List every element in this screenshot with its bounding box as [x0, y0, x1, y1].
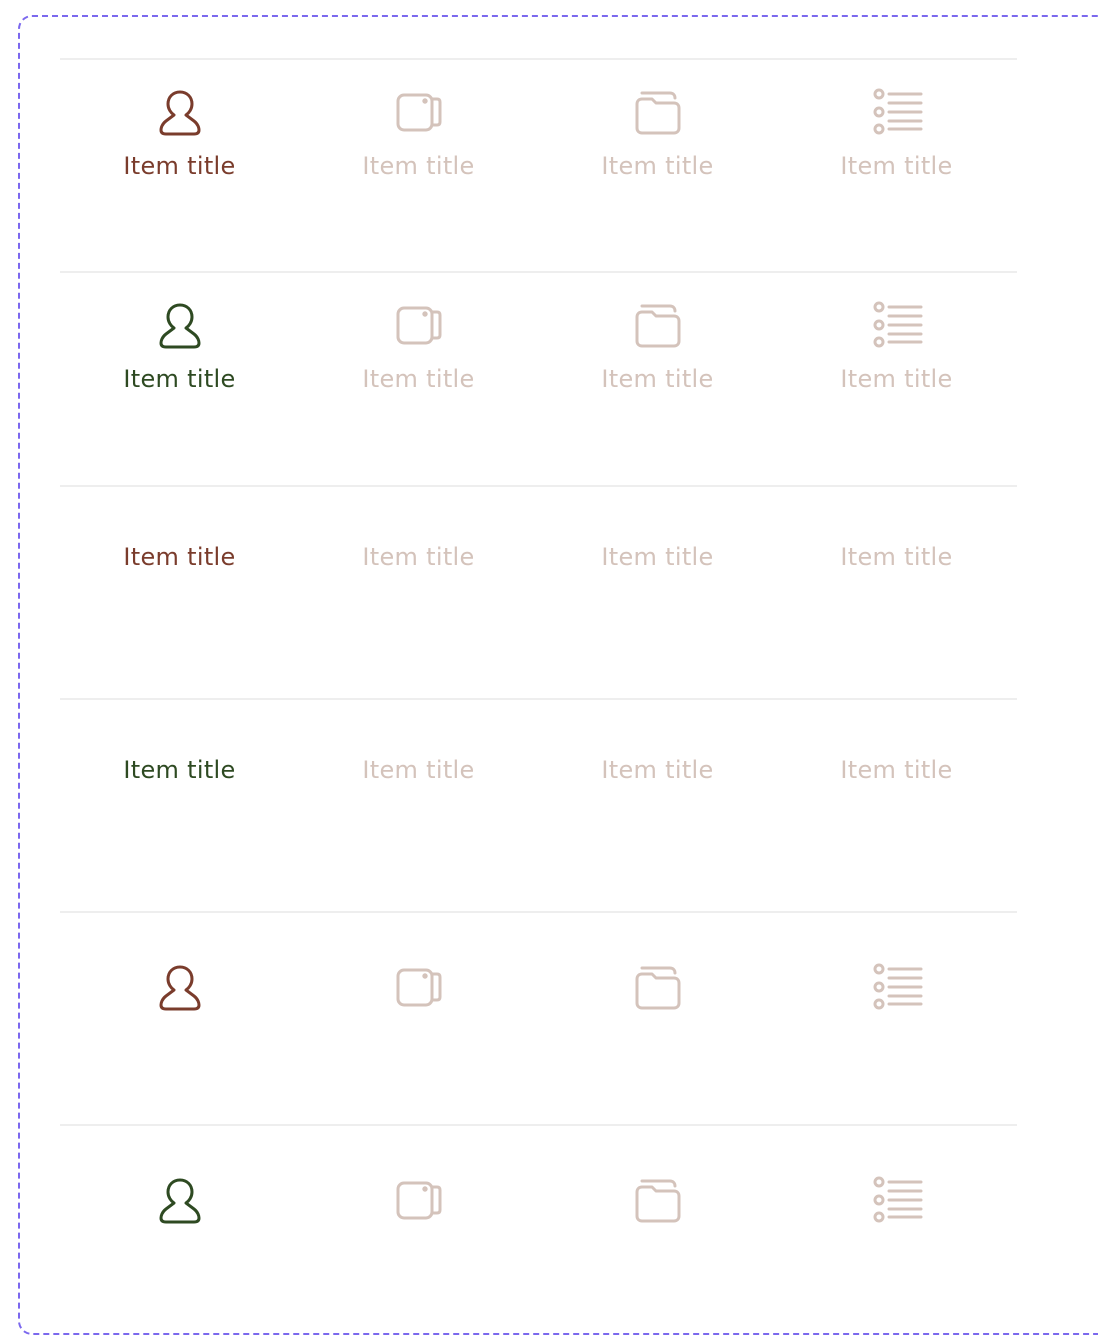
tab-label: Item title [840, 756, 953, 784]
tab-item-3[interactable]: Item title [538, 700, 777, 911]
tab-label: Item title [601, 365, 714, 393]
tab-label: Item title [840, 365, 953, 393]
tab-label: Item title [601, 756, 714, 784]
tab-bar: Item title Item title Item title Item ti… [60, 271, 1017, 484]
tab-item-2[interactable]: Item title [299, 273, 538, 484]
tab-item-4[interactable] [777, 1126, 1016, 1337]
tab-label: Item title [840, 152, 953, 180]
tab-item-4[interactable]: Item title [777, 60, 1016, 271]
tab-item-1[interactable] [60, 1126, 299, 1337]
list-icon [869, 84, 925, 140]
tab-bar: Item title Item title Item title Item title [60, 485, 1017, 698]
folder-icon [630, 84, 686, 140]
tab-label: Item title [840, 543, 953, 571]
tab-bar: Item title Item title Item title Item title [60, 698, 1017, 911]
tab-item-2[interactable]: Item title [299, 487, 538, 698]
tab-bar [60, 1124, 1017, 1337]
tab-label: Item title [123, 543, 236, 571]
tab-item-3[interactable] [538, 1126, 777, 1337]
user-icon [152, 1172, 208, 1228]
folder-icon [630, 959, 686, 1015]
video-icon [391, 297, 447, 353]
tab-label: Item title [362, 756, 475, 784]
tab-item-1[interactable] [60, 913, 299, 1124]
tab-label: Item title [362, 152, 475, 180]
tab-item-1[interactable]: Item title [60, 487, 299, 698]
tab-item-3[interactable] [538, 913, 777, 1124]
tab-item-3[interactable]: Item title [538, 60, 777, 271]
folder-icon [630, 1172, 686, 1228]
tab-item-4[interactable] [777, 913, 1016, 1124]
tab-item-2[interactable]: Item title [299, 60, 538, 271]
tab-item-4[interactable]: Item title [777, 487, 1016, 698]
tab-label: Item title [601, 152, 714, 180]
list-icon [869, 959, 925, 1015]
user-icon [152, 959, 208, 1015]
tab-item-4[interactable]: Item title [777, 700, 1016, 911]
tab-label: Item title [123, 756, 236, 784]
tab-label: Item title [123, 365, 236, 393]
tab-item-1[interactable]: Item title [60, 700, 299, 911]
tab-label: Item title [601, 543, 714, 571]
video-icon [391, 1172, 447, 1228]
tab-item-3[interactable]: Item title [538, 487, 777, 698]
video-icon [391, 84, 447, 140]
tab-item-3[interactable]: Item title [538, 273, 777, 484]
tab-label: Item title [362, 543, 475, 571]
tab-item-4[interactable]: Item title [777, 273, 1016, 484]
tab-item-2[interactable] [299, 1126, 538, 1337]
user-icon [152, 297, 208, 353]
tab-bar: Item title Item title Item title Item ti… [60, 58, 1017, 271]
tab-item-2[interactable]: Item title [299, 700, 538, 911]
tab-item-1[interactable]: Item title [60, 60, 299, 271]
tab-bar [60, 911, 1017, 1124]
tab-label: Item title [362, 365, 475, 393]
tab-item-1[interactable]: Item title [60, 273, 299, 484]
tab-label: Item title [123, 152, 236, 180]
user-icon [152, 84, 208, 140]
video-icon [391, 959, 447, 1015]
list-icon [869, 1172, 925, 1228]
tab-item-2[interactable] [299, 913, 538, 1124]
folder-icon [630, 297, 686, 353]
list-icon [869, 297, 925, 353]
